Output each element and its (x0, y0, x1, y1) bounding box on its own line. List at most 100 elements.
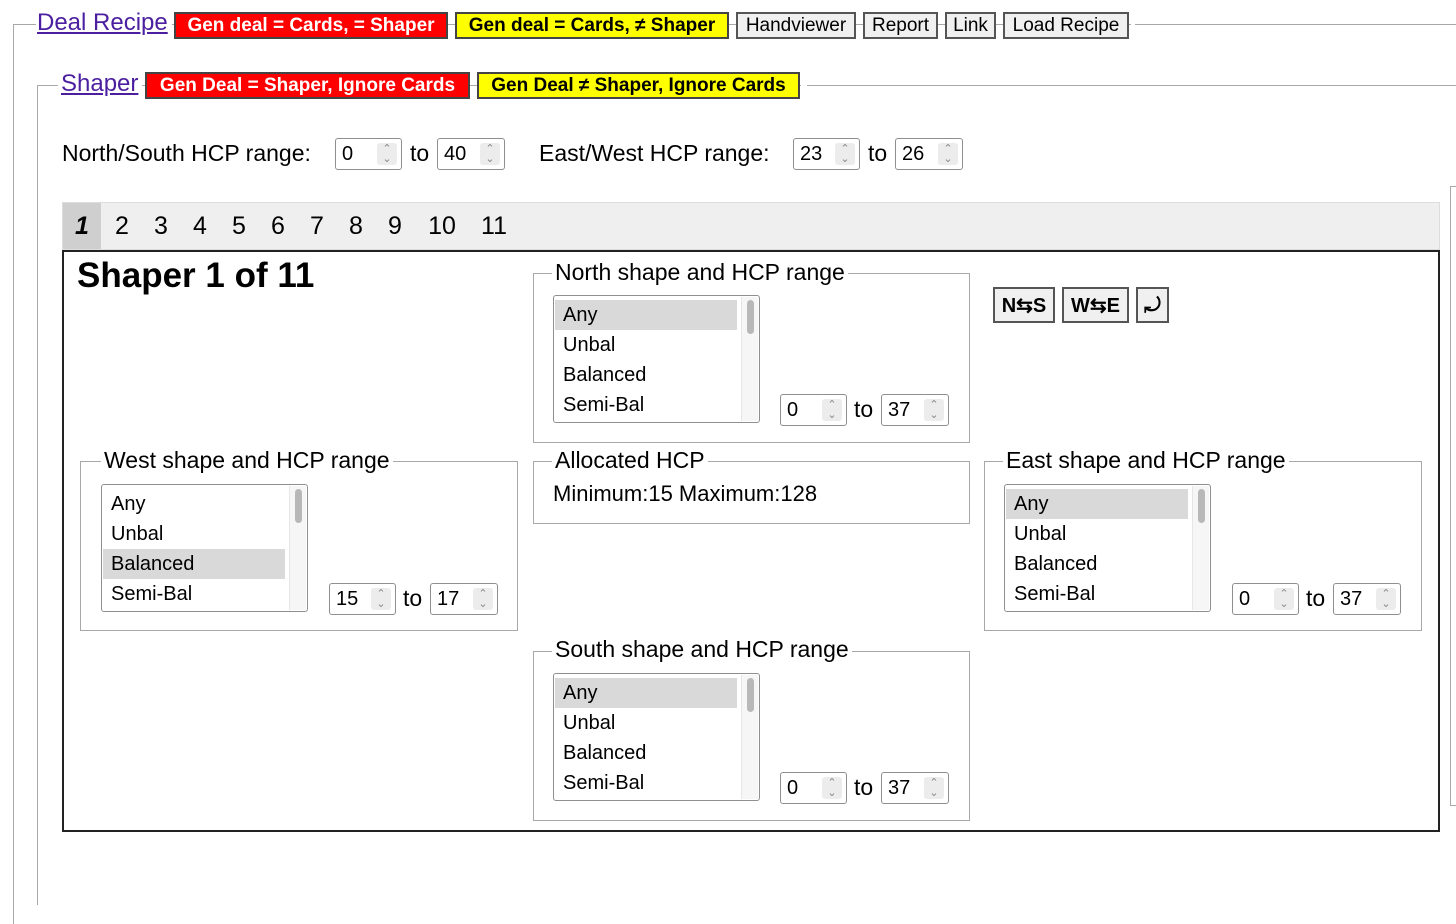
ew-hcp-label: East/West HCP range: (539, 140, 770, 166)
deal-recipe-link[interactable]: Deal Recipe (36, 9, 172, 37)
ew-hcp-min-input[interactable]: 23 ⌃ ⌄ (793, 138, 860, 170)
north-hcp-min-value: 0 (787, 399, 799, 421)
ew-hcp-max-input[interactable]: 26 ⌃ ⌄ (895, 138, 963, 170)
north-hcp-min-input[interactable]: 0 ⌃ ⌄ (780, 394, 847, 426)
south-shape-listbox[interactable]: Any Unbal Balanced Semi-Bal (553, 673, 760, 801)
west-hcp-min-input[interactable]: 15 ⌃ ⌄ (329, 583, 396, 615)
allocated-hcp-text: Minimum:15 Maximum:128 (553, 481, 818, 506)
gen-deal-cards-eq-shaper-button[interactable]: Gen deal = Cards, = Shaper (174, 12, 448, 39)
south-option-any[interactable]: Any (555, 678, 737, 708)
west-legend: West shape and HCP range (101, 447, 393, 474)
east-hcp-max-value: 37 (1340, 588, 1363, 610)
west-hcp-max-value: 17 (437, 588, 460, 610)
south-hcp-max-value: 37 (888, 777, 911, 799)
stepper-icon[interactable]: ⌃ ⌄ (938, 143, 958, 165)
stepper-icon[interactable]: ⌃ ⌄ (1376, 588, 1396, 610)
shaper-header-filler (801, 72, 807, 100)
stepper-icon[interactable]: ⌃ ⌄ (371, 588, 391, 610)
link-button[interactable]: Link (945, 12, 996, 39)
north-legend: North shape and HCP range (552, 259, 848, 286)
north-option-any[interactable]: Any (555, 300, 737, 330)
south-option-unbal[interactable]: Unbal (555, 708, 737, 738)
stepper-icon[interactable]: ⌃ ⌄ (473, 588, 493, 610)
rotate-icon[interactable]: ⤾ (1136, 287, 1169, 323)
east-shape-listbox[interactable]: Any Unbal Balanced Semi-Bal (1004, 484, 1211, 612)
ns-to-label: to (410, 140, 430, 166)
ew-hcp-min-value: 23 (800, 143, 823, 165)
stepper-icon[interactable]: ⌃ ⌄ (835, 143, 855, 165)
south-option-semi-bal[interactable]: Semi-Bal (555, 768, 737, 798)
north-option-unbal[interactable]: Unbal (555, 330, 737, 360)
stepper-icon[interactable]: ⌃ ⌄ (377, 143, 397, 165)
tab-6[interactable]: 6 (259, 203, 297, 249)
east-option-any[interactable]: Any (1006, 489, 1188, 519)
allocated-legend: Allocated HCP (552, 447, 708, 474)
stepper-icon[interactable]: ⌃ ⌄ (480, 143, 500, 165)
south-scrollbar-thumb[interactable] (747, 678, 754, 712)
ns-hcp-min-value: 0 (342, 143, 354, 165)
tab-9[interactable]: 9 (376, 203, 414, 249)
east-option-unbal[interactable]: Unbal (1006, 519, 1188, 549)
east-hcp-min-input[interactable]: 0 ⌃ ⌄ (1232, 583, 1299, 615)
ns-hcp-max-value: 40 (444, 143, 467, 165)
west-option-unbal[interactable]: Unbal (103, 519, 285, 549)
west-hcp-min-value: 15 (336, 588, 359, 610)
tab-4[interactable]: 4 (181, 203, 219, 249)
west-option-any[interactable]: Any (103, 489, 285, 519)
panel-title: Shaper 1 of 11 (77, 256, 315, 295)
north-shape-listbox[interactable]: Any Unbal Balanced Semi-Bal (553, 295, 760, 423)
ns-hcp-max-input[interactable]: 40 ⌃ ⌄ (437, 138, 505, 170)
shaper-tabs: 1 2 3 4 5 6 7 8 9 10 11 (62, 202, 1440, 250)
stepper-icon[interactable]: ⌃ ⌄ (822, 399, 842, 421)
north-option-balanced[interactable]: Balanced (555, 360, 737, 390)
east-scrollbar-thumb[interactable] (1198, 489, 1205, 523)
gen-deal-cards-neq-shaper-button[interactable]: Gen deal = Cards, ≠ Shaper (455, 12, 729, 39)
stepper-icon[interactable]: ⌃ ⌄ (1274, 588, 1294, 610)
ns-hcp-label: North/South HCP range: (62, 140, 311, 166)
tab-11[interactable]: 11 (474, 203, 514, 249)
south-option-balanced[interactable]: Balanced (555, 738, 737, 768)
south-hcp-max-input[interactable]: 37 ⌃ ⌄ (881, 772, 949, 804)
tab-2[interactable]: 2 (103, 203, 141, 249)
west-scrollbar-thumb[interactable] (295, 489, 302, 523)
east-legend: East shape and HCP range (1003, 447, 1289, 474)
west-hcp-max-input[interactable]: 17 ⌃ ⌄ (430, 583, 498, 615)
handviewer-button[interactable]: Handviewer (736, 12, 856, 39)
tab-5[interactable]: 5 (220, 203, 258, 249)
ew-hcp-max-value: 26 (902, 143, 925, 165)
stepper-icon[interactable]: ⌃ ⌄ (822, 777, 842, 799)
east-to-label: to (1306, 585, 1326, 611)
tab-1[interactable]: 1 (63, 203, 101, 249)
west-shape-listbox[interactable]: Any Unbal Balanced Semi-Bal (101, 484, 308, 612)
ew-to-label: to (868, 140, 888, 166)
south-hcp-min-input[interactable]: 0 ⌃ ⌄ (780, 772, 847, 804)
south-hcp-min-value: 0 (787, 777, 799, 799)
west-option-semi-bal[interactable]: Semi-Bal (103, 579, 285, 609)
load-recipe-button[interactable]: Load Recipe (1003, 12, 1129, 39)
tab-8[interactable]: 8 (337, 203, 375, 249)
stepper-icon[interactable]: ⌃ ⌄ (924, 777, 944, 799)
south-to-label: to (854, 774, 874, 800)
gen-deal-shaper-ignore-cards-button[interactable]: Gen Deal = Shaper, Ignore Cards (145, 72, 470, 99)
east-option-balanced[interactable]: Balanced (1006, 549, 1188, 579)
west-option-balanced[interactable]: Balanced (103, 549, 285, 579)
tab-10[interactable]: 10 (422, 203, 462, 249)
report-button[interactable]: Report (863, 12, 938, 39)
north-to-label: to (854, 396, 874, 422)
north-hcp-max-input[interactable]: 37 ⌃ ⌄ (881, 394, 949, 426)
north-hcp-max-value: 37 (888, 399, 911, 421)
shaper-link[interactable]: Shaper (58, 70, 143, 98)
south-legend: South shape and HCP range (552, 636, 852, 663)
north-scrollbar-thumb[interactable] (747, 300, 754, 334)
stepper-icon[interactable]: ⌃ ⌄ (924, 399, 944, 421)
east-option-semi-bal[interactable]: Semi-Bal (1006, 579, 1188, 609)
tab-3[interactable]: 3 (142, 203, 180, 249)
ns-hcp-min-input[interactable]: 0 ⌃ ⌄ (335, 138, 402, 170)
swap-we-button[interactable]: W⇆E (1062, 287, 1129, 323)
tab-7[interactable]: 7 (298, 203, 336, 249)
north-option-semi-bal[interactable]: Semi-Bal (555, 390, 737, 420)
east-hcp-max-input[interactable]: 37 ⌃ ⌄ (1333, 583, 1401, 615)
swap-ns-button[interactable]: N⇆S (993, 287, 1055, 323)
side-panel-edge (1450, 186, 1456, 806)
gen-deal-neq-shaper-ignore-cards-button[interactable]: Gen Deal ≠ Shaper, Ignore Cards (477, 72, 800, 99)
